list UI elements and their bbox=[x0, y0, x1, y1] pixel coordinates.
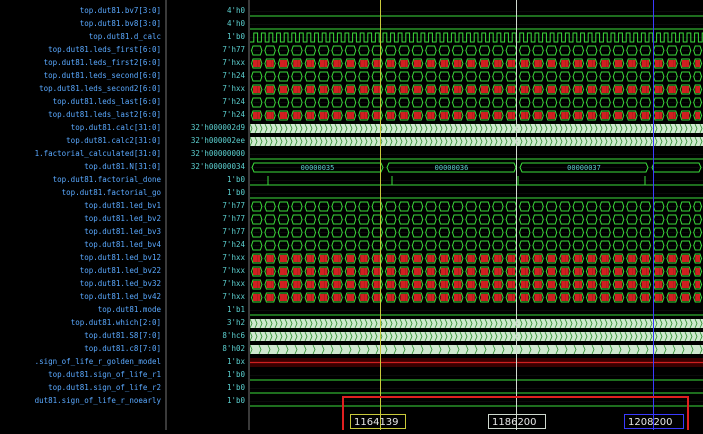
wave-dense bbox=[249, 136, 703, 147]
signal-value: 7'h77 bbox=[222, 201, 245, 210]
signal-value: 7'h24 bbox=[222, 240, 245, 249]
bus-value-label: 00000037 bbox=[567, 164, 601, 172]
signal-name[interactable]: top.dut81.factorial_go bbox=[0, 187, 161, 199]
signal-name[interactable]: top.dut81.d_calc bbox=[0, 31, 161, 43]
waveform-panel[interactable]: 00000035 00000036 00000037 bbox=[249, 0, 703, 430]
signal-value: 7'hxx bbox=[222, 84, 245, 93]
wave-xbus bbox=[250, 58, 703, 69]
signal-value: 7'h77 bbox=[222, 45, 245, 54]
signal-value: 7'hxx bbox=[222, 279, 245, 288]
signal-value: 4'h0 bbox=[226, 6, 245, 15]
signal-value-panel: 4'h0 4'h0 1'b0 7'h77 7'hxx 7'h24 7'hxx 7'h24 7'h… bbox=[167, 0, 248, 430]
cursor-time-2[interactable]: 1186200 bbox=[488, 414, 546, 429]
signal-name[interactable]: dut81.sign_of_life_r_noearly bbox=[0, 395, 161, 407]
signal-value: 1'b0 bbox=[226, 175, 245, 184]
signal-name[interactable]: top.dut81.led_bv12 bbox=[0, 252, 161, 264]
signal-value: 7'h24 bbox=[222, 97, 245, 106]
wave-xbus bbox=[250, 279, 703, 290]
wave-xbus bbox=[250, 292, 703, 303]
signal-value: 8'hc6 bbox=[222, 331, 245, 340]
signal-value: 7'hxx bbox=[222, 266, 245, 275]
signal-name[interactable]: top.dut81.led_bv4 bbox=[0, 239, 161, 251]
signal-name[interactable]: top.dut81.led_bv22 bbox=[0, 265, 161, 277]
waveform-canvas[interactable]: 00000035 00000036 00000037 bbox=[249, 0, 703, 430]
signal-name[interactable]: top.dut81.factorial_done bbox=[0, 174, 161, 186]
signal-name[interactable]: top.dut81.leds_last[6:0] bbox=[0, 96, 161, 108]
cursor-line-1[interactable] bbox=[380, 0, 381, 430]
wave-xbus bbox=[250, 253, 703, 264]
signal-value: 1'b0 bbox=[226, 370, 245, 379]
wave-xbus bbox=[250, 266, 703, 277]
signal-name[interactable]: top.dut81.led_bv3 bbox=[0, 226, 161, 238]
signal-value: 4'h0 bbox=[226, 19, 245, 28]
signal-name[interactable]: top.dut81.leds_second[6:0] bbox=[0, 70, 161, 82]
signal-value: 32'h00000000 bbox=[190, 149, 245, 158]
signal-value: 32'h00000034 bbox=[190, 162, 245, 171]
signal-name[interactable]: top.dut81.calc2[31:0] bbox=[0, 135, 161, 147]
wave-dense bbox=[249, 318, 703, 329]
bus-value-label: 00000036 bbox=[435, 164, 469, 172]
signal-value: 7'hxx bbox=[222, 292, 245, 301]
signal-name[interactable]: top.dut81.led_bv2 bbox=[0, 213, 161, 225]
signal-name[interactable]: top.dut81.bv7[3:0] bbox=[0, 5, 161, 17]
cursor-line-3[interactable] bbox=[653, 0, 654, 430]
signal-name[interactable]: top.dut81.calc[31:0] bbox=[0, 122, 161, 134]
signal-value: 1'b0 bbox=[226, 32, 245, 41]
signal-name[interactable]: .sign_of_life_r_golden_model bbox=[0, 356, 161, 368]
cursor-time-1[interactable]: 1164139 bbox=[350, 414, 406, 429]
signal-value: 7'hxx bbox=[222, 58, 245, 67]
signal-name[interactable]: top.dut81.leds_first2[6:0] bbox=[0, 57, 161, 69]
cursor-time-3[interactable]: 1208200 bbox=[624, 414, 684, 429]
signal-value: 1'b1 bbox=[226, 305, 245, 314]
wave-xbus bbox=[250, 110, 703, 121]
signal-name[interactable]: top.dut81.sign_of_life_r1 bbox=[0, 369, 161, 381]
signal-name[interactable]: top.dut81.leds_last2[6:0] bbox=[0, 109, 161, 121]
signal-name[interactable]: top.dut81.led_bv42 bbox=[0, 291, 161, 303]
signal-value: 1'b0 bbox=[226, 396, 245, 405]
signal-value: 7'h24 bbox=[222, 71, 245, 80]
wave-dense bbox=[249, 123, 703, 134]
signal-name[interactable]: top.dut81.sign_of_life_r2 bbox=[0, 382, 161, 394]
signal-value: 7'h24 bbox=[222, 110, 245, 119]
signal-value: 1'b0 bbox=[226, 188, 245, 197]
signal-value: 1'b0 bbox=[226, 383, 245, 392]
wave-xbus bbox=[250, 84, 703, 95]
signal-value: 7'h77 bbox=[222, 227, 245, 236]
signal-name[interactable]: top.dut81.led_bv1 bbox=[0, 200, 161, 212]
cursor-line-2[interactable] bbox=[516, 0, 517, 430]
signal-value: 7'h77 bbox=[222, 214, 245, 223]
signal-value: 32'h000002d9 bbox=[190, 123, 245, 132]
wave-dense2 bbox=[249, 344, 703, 355]
signal-name[interactable]: top.dut81.which[2:0] bbox=[0, 317, 161, 329]
wave-red bbox=[250, 358, 703, 367]
signal-name[interactable]: top.dut81.led_bv32 bbox=[0, 278, 161, 290]
wave-dense bbox=[249, 331, 703, 342]
signal-value: 32'h000002ee bbox=[190, 136, 245, 145]
signal-name[interactable]: top.dut81.leds_first[6:0] bbox=[0, 44, 161, 56]
signal-name[interactable]: top.dut81.bv8[3:0] bbox=[0, 18, 161, 30]
signal-name[interactable]: top.dut81.S8[7:0] bbox=[0, 330, 161, 342]
signal-name[interactable]: top.dut81.leds_second2[6:0] bbox=[0, 83, 161, 95]
bus-value-label: 00000035 bbox=[301, 164, 335, 172]
signal-name[interactable]: top.dut81.mode bbox=[0, 304, 161, 316]
signal-name[interactable]: 1.factorial_calculated[31:0] bbox=[0, 148, 161, 160]
signal-name[interactable]: top.dut81.N[31:0] bbox=[0, 161, 161, 173]
signal-value: 1'bx bbox=[226, 357, 245, 366]
signal-name-panel: top.dut81.bv7[3:0] top.dut81.bv8[3:0] top.… bbox=[0, 0, 165, 430]
signal-value: 8'h02 bbox=[222, 344, 245, 353]
signal-name[interactable]: top.dut81.c8[7:0] bbox=[0, 343, 161, 355]
signal-value: 3'h2 bbox=[226, 318, 245, 327]
signal-value: 7'hxx bbox=[222, 253, 245, 262]
